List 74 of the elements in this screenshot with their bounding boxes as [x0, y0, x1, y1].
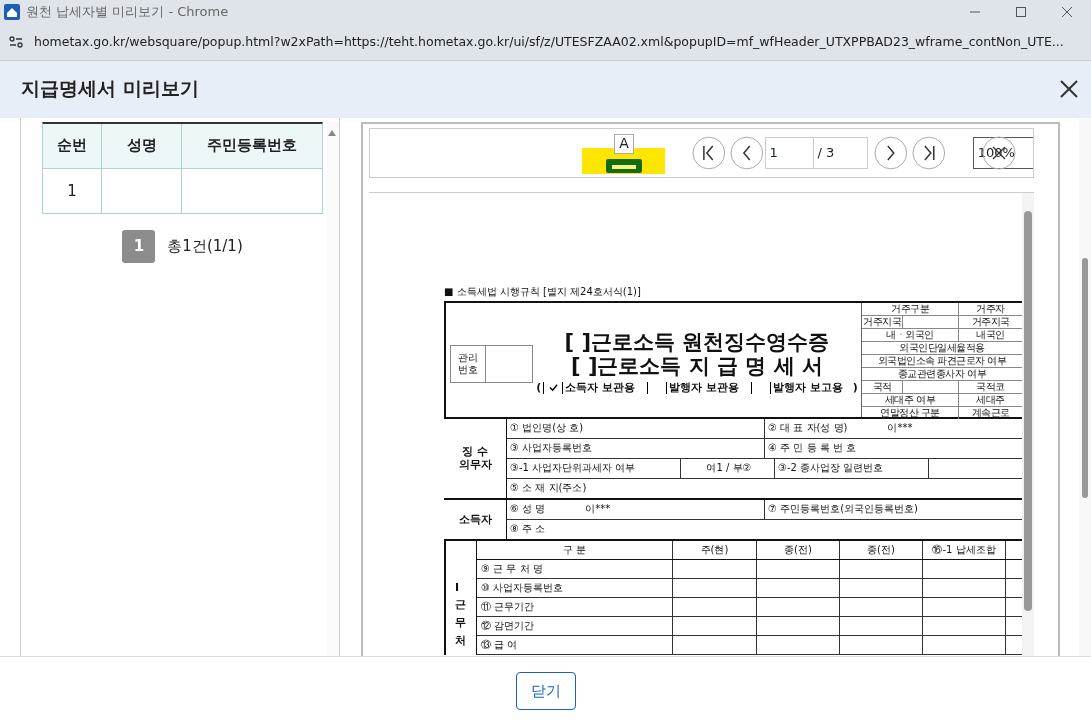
scrollbar-thumb[interactable]	[1024, 210, 1032, 611]
form-label: 국적	[862, 380, 903, 393]
dialog-title: 지급명세서 미리보기	[21, 76, 199, 102]
column-header: 순번	[56, 135, 88, 157]
column-header: ⑯-1 납세조합	[922, 540, 1005, 559]
form-label: ⑨ 근 무 처 명	[480, 561, 544, 576]
form-label: 종교관련종사자 여부	[896, 367, 988, 380]
form-value: 이***	[585, 502, 611, 517]
close-icon[interactable]	[1061, 6, 1073, 18]
form-title: [ ]근로소득 지 급 명 세 서	[570, 354, 824, 379]
last-page-icon[interactable]	[912, 135, 946, 170]
form-label: ⑧ 주 소	[510, 522, 546, 537]
section-label: 징 수 의무자	[444, 418, 507, 498]
table-cell-text: 1	[66, 180, 78, 202]
check-icon	[548, 383, 558, 393]
section-label: 소득자	[444, 499, 507, 539]
maximize-icon[interactable]	[1015, 6, 1027, 18]
form-label: 계속근로	[970, 406, 1011, 419]
form-label: 연말정산 구분	[862, 406, 959, 419]
copy-label: 발행자 보관용	[669, 380, 739, 396]
form-regulation: ■ 소득세법 시행규칙 [별지 제24호서식(1)]	[444, 284, 642, 299]
close-icon[interactable]	[1059, 79, 1079, 100]
copy-label: 발행자 보고용	[772, 380, 843, 396]
scrollbar-thumb[interactable]	[1082, 257, 1088, 498]
form-label: ⑩ 사업자등록번호	[480, 580, 565, 595]
copy-label: 소득자 보관용	[565, 380, 636, 396]
column-header: 성명	[101, 123, 181, 168]
form-label: 거주지국	[970, 315, 1011, 328]
total-count: 총1건(1/1)	[167, 236, 243, 256]
form-label: 세대주	[975, 393, 1006, 406]
section-label: I근무처	[446, 540, 477, 655]
form-label: ⑥ 성 명	[510, 502, 546, 517]
column-header: 주(현)	[672, 540, 756, 559]
form-label: ③-2 종사업장 일련번호	[778, 461, 884, 476]
page-number-field[interactable]: 1	[766, 137, 815, 168]
column-header: 종(전)	[839, 540, 922, 559]
window-title: 원천 납세자별 미리보기 - Chrome	[26, 3, 229, 21]
column-header: 종(전)	[756, 540, 839, 559]
form-label: 국적코	[975, 380, 1006, 393]
form-label: ⑬ 급 여	[480, 637, 519, 652]
form-label: ⑦ 주민등록번호(외국인등록번호)	[768, 502, 918, 517]
previous-page-icon[interactable]	[729, 135, 764, 170]
page-total: / 3	[816, 143, 836, 162]
site-icon	[4, 4, 20, 20]
column-header: 구 분	[561, 542, 588, 557]
form-label: ③-1 사업자단위과세자 여부	[510, 461, 636, 476]
paren: )	[852, 381, 858, 395]
management-label: 관리 번호	[451, 345, 486, 382]
form-label: 외국인단일세율적용	[898, 341, 986, 354]
site-settings-icon[interactable]	[8, 33, 24, 50]
form-label: ⑤ 소 재 지(주소)	[510, 481, 587, 496]
form-label: 거주자	[975, 302, 1006, 315]
first-page-icon[interactable]	[692, 135, 726, 170]
scroll-up-icon[interactable]	[327, 128, 338, 137]
form-label: 세대주 여부	[862, 393, 959, 406]
form-value: 이***	[887, 421, 913, 436]
form-label: 내국인	[975, 328, 1006, 341]
column-header: 주민등록번호	[181, 123, 323, 168]
form-label: ② 대 표 자(성 명)	[768, 421, 848, 436]
close-button[interactable]: 닫기	[515, 672, 576, 711]
form-value: 여1 / 부②	[706, 461, 752, 476]
form-label: ③ 사업자등록번호	[510, 441, 593, 456]
form-label: ⑪ 근무기간	[480, 599, 536, 614]
paren: (	[536, 381, 542, 395]
form-label: 거주구분	[862, 302, 959, 315]
form-label: 거주지국	[862, 315, 903, 328]
printer-icon	[605, 156, 642, 173]
form-label: ⑫ 감면기간	[480, 618, 536, 633]
form-label: 내ㆍ외국인	[862, 328, 959, 341]
form-label: 외국법인소속 파견근로자 여부	[876, 354, 1008, 367]
form-title: [ ]근로소득 원천징수영수증	[564, 330, 830, 355]
print-button[interactable]: A	[582, 133, 666, 174]
form-label: ① 법인명(상 호)	[510, 421, 584, 436]
form-label: ④ 주 민 등 록 번 호	[768, 441, 857, 456]
